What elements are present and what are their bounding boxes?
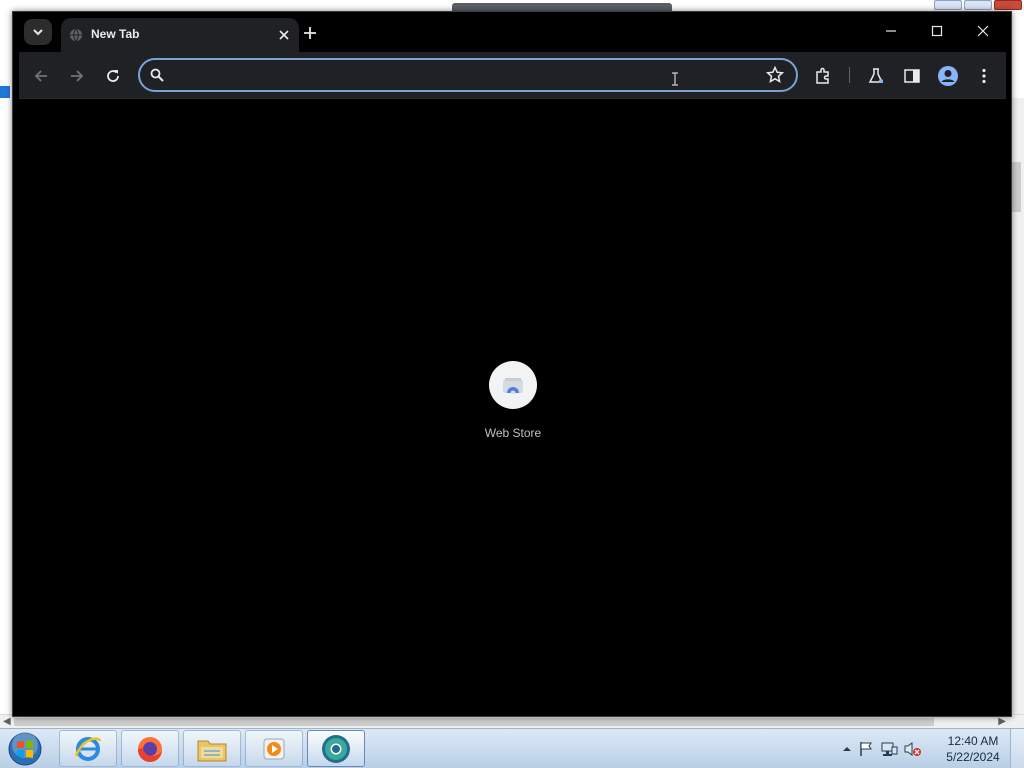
side-panel-button[interactable] xyxy=(900,64,924,88)
media-player-icon xyxy=(263,738,285,759)
firefox-icon xyxy=(137,736,162,762)
shortcut-tile xyxy=(489,361,537,409)
tab-search-button[interactable] xyxy=(24,19,52,45)
web-store-icon xyxy=(503,378,523,394)
browser-toolbar xyxy=(19,52,1006,98)
forward-button[interactable] xyxy=(65,64,89,88)
scroll-left-icon[interactable]: ◀ xyxy=(3,716,11,727)
back-button[interactable] xyxy=(29,64,53,88)
maximize-icon xyxy=(931,25,943,37)
background-window-tab xyxy=(452,3,672,11)
labs-button[interactable] xyxy=(864,64,888,88)
background-close-button[interactable] xyxy=(994,0,1022,10)
windows-orb-icon xyxy=(8,732,42,766)
bookmark-star-icon[interactable] xyxy=(766,66,784,84)
maximize-button[interactable] xyxy=(923,20,951,42)
clock-time: 12:40 AM xyxy=(947,734,999,748)
menu-button[interactable] xyxy=(972,64,996,88)
chevron-down-icon xyxy=(33,29,43,36)
plus-icon xyxy=(304,27,316,39)
profile-button[interactable] xyxy=(936,64,960,88)
globe-icon xyxy=(70,28,82,42)
new-tab-button[interactable] xyxy=(299,22,321,44)
taskbar-chrome-beta[interactable] xyxy=(307,730,365,767)
more-vertical-icon xyxy=(982,68,986,84)
background-minimize-button[interactable] xyxy=(934,0,962,10)
browser-window: New Tab Web Store xyxy=(12,11,1012,717)
tab-title: New Tab xyxy=(91,27,140,41)
title-bar: New Tab xyxy=(13,12,1011,52)
avatar-icon xyxy=(938,66,958,86)
close-icon xyxy=(977,25,989,37)
shortcut-label: Web Store xyxy=(484,426,542,440)
scrollbar-thumb[interactable] xyxy=(14,718,934,726)
reload-button[interactable] xyxy=(101,64,125,88)
tab-close-button[interactable] xyxy=(275,26,293,44)
taskbar-media-player[interactable] xyxy=(245,730,303,767)
volume-muted-icon[interactable] xyxy=(904,741,922,757)
taskbar-firefox[interactable] xyxy=(121,730,179,767)
folder-icon xyxy=(197,740,227,761)
extensions-button[interactable] xyxy=(811,64,835,88)
tab-new-tab[interactable]: New Tab xyxy=(61,18,299,52)
close-icon xyxy=(279,30,289,40)
taskbar-file-explorer[interactable] xyxy=(183,730,241,767)
start-button[interactable] xyxy=(5,731,47,767)
background-window-controls xyxy=(934,0,1022,10)
arrow-right-icon xyxy=(71,70,84,82)
background-maximize-button[interactable] xyxy=(964,0,992,10)
close-window-button[interactable] xyxy=(969,20,997,42)
action-center-flag-icon[interactable] xyxy=(858,741,874,757)
internet-explorer-icon xyxy=(74,736,102,761)
clock-date: 5/22/2024 xyxy=(946,750,1000,764)
arrow-left-icon xyxy=(34,70,47,82)
taskbar-internet-explorer[interactable] xyxy=(59,730,117,767)
search-icon xyxy=(150,68,164,82)
minimize-icon xyxy=(886,30,896,32)
text-cursor-icon xyxy=(672,72,678,86)
system-tray xyxy=(842,739,922,759)
shortcut-web-store[interactable]: Web Store xyxy=(463,361,563,451)
puzzle-icon xyxy=(816,67,829,84)
scroll-right-icon[interactable]: ▶ xyxy=(998,716,1006,727)
network-icon[interactable] xyxy=(880,741,898,757)
scrollbar-thumb[interactable] xyxy=(1011,162,1021,212)
side-panel-icon xyxy=(904,69,920,83)
flask-icon xyxy=(868,68,884,83)
show-desktop-button[interactable] xyxy=(1010,729,1024,768)
address-input[interactable] xyxy=(174,64,754,86)
chrome-beta-icon xyxy=(322,734,350,763)
new-tab-page: Web Store xyxy=(19,98,1006,710)
minimize-button[interactable] xyxy=(877,20,905,42)
toolbar-separator xyxy=(849,67,850,83)
background-selection-mark xyxy=(0,86,10,98)
taskbar: 12:40 AM 5/22/2024 xyxy=(0,728,1024,768)
taskbar-clock[interactable]: 12:40 AM 5/22/2024 xyxy=(942,733,1004,765)
show-hidden-icons-icon[interactable] xyxy=(842,744,852,754)
address-bar[interactable] xyxy=(138,58,798,92)
reload-icon xyxy=(107,70,119,82)
